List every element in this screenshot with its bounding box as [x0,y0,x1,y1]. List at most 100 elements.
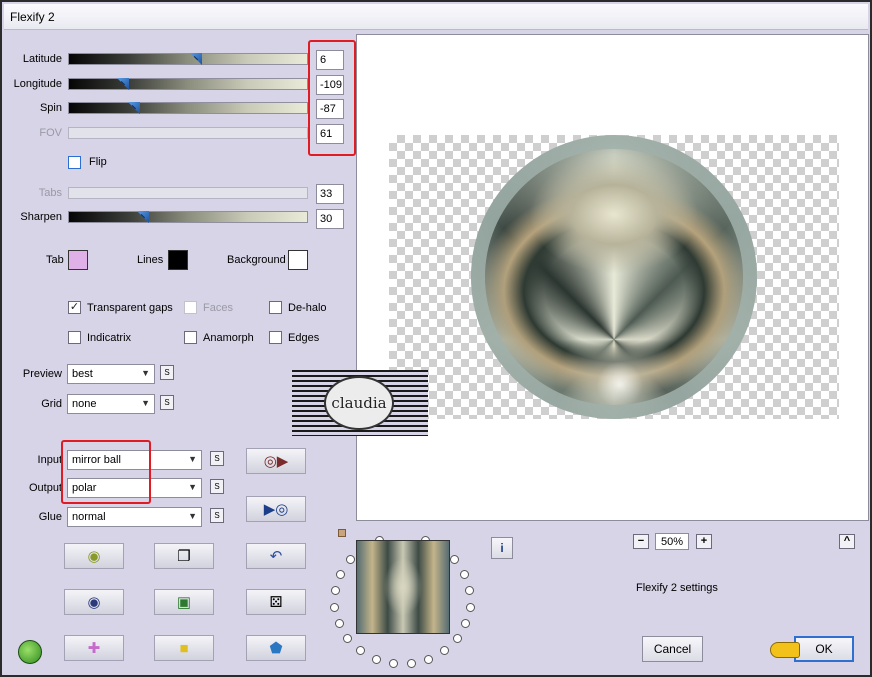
chevron-down-icon: ▼ [141,398,150,408]
glue-select[interactable]: normal ▼ [67,507,202,527]
preview-select[interactable]: best ▼ [67,364,155,384]
preset-dot[interactable] [461,619,471,629]
preset-dot[interactable] [334,619,344,629]
indicatrix-checkbox[interactable] [68,331,81,344]
tabs-label: Tabs [38,187,62,199]
dehalo-label: De-halo [288,302,327,314]
edges-checkbox[interactable] [269,331,282,344]
longitude-label: Longitude [13,78,62,90]
output-s-button[interactable]: S [210,479,224,494]
preset-dot[interactable] [450,555,460,565]
background-color-swatch[interactable] [288,250,308,270]
tabs-value[interactable]: 33 [316,184,344,204]
preset-dot[interactable] [330,585,340,595]
info-icon: i [500,541,504,555]
box-button[interactable]: ■ [154,635,214,661]
latitude-slider[interactable] [68,53,308,65]
chevron-down-icon: ▼ [188,511,197,521]
output-to-input-button[interactable]: ▶◎ [246,496,306,522]
info-button[interactable]: i [491,537,513,559]
spin-thumb[interactable] [128,102,140,114]
preview-label: Preview [22,368,62,380]
preview-canvas[interactable] [356,34,869,521]
preset-dot[interactable] [343,634,353,644]
preset-dot[interactable] [465,602,475,612]
preset-dot[interactable] [356,646,366,656]
highlight-values-box [308,40,356,156]
grid-select-value: none [72,398,97,410]
glue-select-value: normal [72,511,106,523]
preset-dot[interactable] [330,602,340,612]
preset-dot[interactable] [459,569,469,579]
preset-dot[interactable] [336,569,346,579]
flexify-dialog: Flexify 2 Latitude 6 Longitude -109 Spin… [0,0,872,677]
preset-dot[interactable] [371,654,381,664]
preset-dot[interactable] [452,634,462,644]
zoom-out-button[interactable]: − [633,534,649,549]
latitude-thumb[interactable] [190,53,202,65]
flip-label: Flip [89,156,107,168]
undo-icon: ↶ [269,548,283,565]
pentagon-button[interactable]: ⬟ [246,635,306,661]
preset-dot[interactable] [424,654,434,664]
spin-slider[interactable] [68,102,308,114]
input-s-button[interactable]: S [210,451,224,466]
preview-select-value: best [72,368,93,380]
preset-dot[interactable] [388,659,398,669]
cancel-button[interactable]: Cancel [642,636,703,662]
sharpen-label: Sharpen [20,211,62,223]
fov-label: FOV [39,127,62,139]
preset-dot[interactable] [465,585,475,595]
grid-label: Grid [41,398,62,410]
settings-label: Flexify 2 settings [636,582,718,594]
glue-s-button[interactable]: S [210,508,224,523]
highlight-projection-box [61,440,151,504]
preview-s-button[interactable]: S [160,365,174,380]
lines-color-swatch[interactable] [168,250,188,270]
input-to-output-button[interactable]: ◎▶ [246,448,306,474]
box-icon: ■ [179,639,189,657]
frame-button[interactable]: ▣ [154,589,214,615]
indicatrix-label: Indicatrix [87,332,132,344]
zoom-in-button[interactable]: + [696,534,712,549]
pentagon-icon: ⬟ [269,640,283,657]
collapse-button[interactable]: ^ [839,534,855,549]
grid-s-button[interactable]: S [160,395,174,410]
frame-icon: ▣ [176,594,192,611]
preset-dot[interactable] [407,659,417,669]
copy-icon: ❐ [177,548,191,565]
sharpen-thumb[interactable] [137,211,149,223]
watermark-logo: claudia [324,376,394,430]
play-disc-icon: ▶◎ [263,501,289,518]
dice-icon: ⚄ [269,594,283,611]
tab-color-label: Tab [46,254,64,266]
transparent-gaps-checkbox[interactable]: ✓ [68,301,81,314]
fov-slider [68,127,308,139]
ring-icon: ◉ [87,594,101,611]
background-color-label: Background [227,254,286,266]
sharpen-slider[interactable] [68,211,308,223]
dehalo-checkbox[interactable] [269,301,282,314]
anamorph-checkbox[interactable] [184,331,197,344]
ring-button[interactable]: ◉ [64,589,124,615]
tab-color-swatch[interactable] [68,250,88,270]
grid-select[interactable]: none ▼ [67,394,155,414]
sharpen-value[interactable]: 30 [316,209,344,229]
copy-button[interactable]: ❐ [154,543,214,569]
ok-button[interactable]: OK [794,636,854,662]
randomize-button[interactable]: ◉ [64,543,124,569]
preset-dot[interactable] [345,555,355,565]
longitude-slider[interactable] [68,78,308,90]
latitude-label: Latitude [22,53,62,65]
flip-checkbox[interactable] [68,156,81,169]
apple-logo-icon [18,640,42,664]
watermark: claudia [292,370,428,436]
cross-button[interactable]: ✚ [64,635,124,661]
longitude-thumb[interactable] [117,78,129,90]
dice-button[interactable]: ⚄ [246,589,306,615]
tabs-slider [68,187,308,199]
preset-dot[interactable] [439,646,449,656]
undo-button[interactable]: ↶ [246,543,306,569]
thumbnail-preview[interactable] [356,540,450,634]
anamorph-label: Anamorph [203,332,254,344]
